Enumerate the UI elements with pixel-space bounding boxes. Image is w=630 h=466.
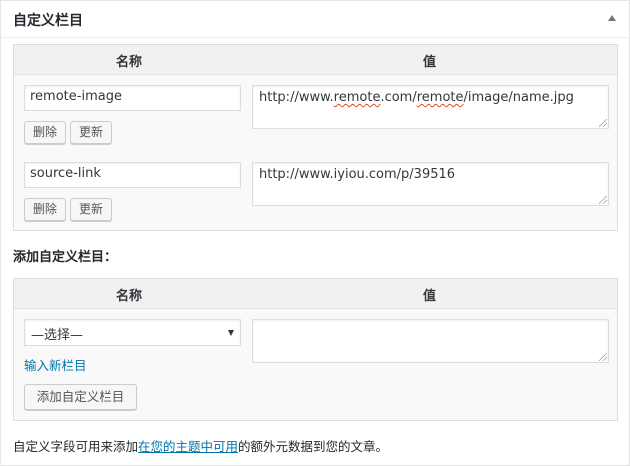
triangle-up-icon[interactable] — [608, 15, 616, 21]
resize-grip-icon[interactable] — [599, 119, 607, 127]
existing-fields-table: 名称 值 remote-image http://www.remote.com/… — [13, 44, 618, 231]
new-field-value-textarea[interactable] — [252, 319, 609, 363]
field-key-input[interactable]: source-link — [24, 162, 241, 188]
field-value-text: http://www.remote.com/remote/image/name.… — [259, 90, 574, 105]
field-key-text: source-link — [30, 166, 101, 181]
value-part: http://www. — [259, 90, 334, 105]
table-header: 名称 值 — [14, 279, 617, 309]
select-value: —选择— — [31, 328, 84, 343]
add-field-table: 名称 值 —选择— 输入新栏目 添加自定义栏目 — [13, 278, 618, 421]
column-header-name: 名称 — [116, 289, 143, 304]
update-button[interactable]: 更新 — [70, 121, 112, 144]
table-header: 名称 值 — [14, 45, 617, 75]
theme-help-link[interactable]: 在您的主题中可用 — [138, 439, 238, 454]
value-part: /image/name.jpg — [463, 90, 574, 105]
chevron-down-icon — [228, 330, 234, 336]
field-value-text: http://www.iyiou.com/p/39516 — [259, 167, 456, 182]
value-part: .com/ — [380, 90, 417, 105]
field-key-select[interactable]: —选择— — [24, 319, 241, 346]
field-value-textarea[interactable]: http://www.iyiou.com/p/39516 — [252, 162, 609, 206]
panel-title: 自定义栏目 — [13, 13, 83, 29]
custom-fields-panel: 自定义栏目 名称 值 remote-image http://www.remot… — [0, 0, 630, 466]
footer-description: 自定义字段可用来添加在您的主题中可用的额外元数据到您的文章。 — [13, 436, 388, 455]
value-part-misspelled: remote — [333, 90, 381, 105]
add-custom-field-button[interactable]: 添加自定义栏目 — [24, 384, 137, 410]
delete-button[interactable]: 删除 — [24, 121, 66, 144]
delete-button[interactable]: 删除 — [24, 198, 66, 221]
column-header-name: 名称 — [116, 55, 143, 70]
field-key-input[interactable]: remote-image — [24, 85, 241, 111]
value-part-misspelled: remote — [416, 90, 464, 105]
resize-grip-icon[interactable] — [599, 353, 607, 361]
column-header-value: 值 — [423, 289, 437, 304]
update-button[interactable]: 更新 — [70, 198, 112, 221]
column-header-value: 值 — [423, 55, 437, 70]
footer-text-before: 自定义字段可用来添加 — [13, 439, 139, 454]
footer-text-after: 的额外元数据到您的文章。 — [238, 439, 389, 454]
add-field-title: 添加自定义栏目： — [13, 250, 118, 265]
panel-header[interactable]: 自定义栏目 — [1, 1, 629, 38]
resize-grip-icon[interactable] — [599, 196, 607, 204]
field-value-textarea[interactable]: http://www.remote.com/remote/image/name.… — [252, 85, 609, 129]
enter-new-field-link[interactable]: 输入新栏目 — [24, 355, 87, 374]
field-key-text: remote-image — [30, 89, 122, 104]
